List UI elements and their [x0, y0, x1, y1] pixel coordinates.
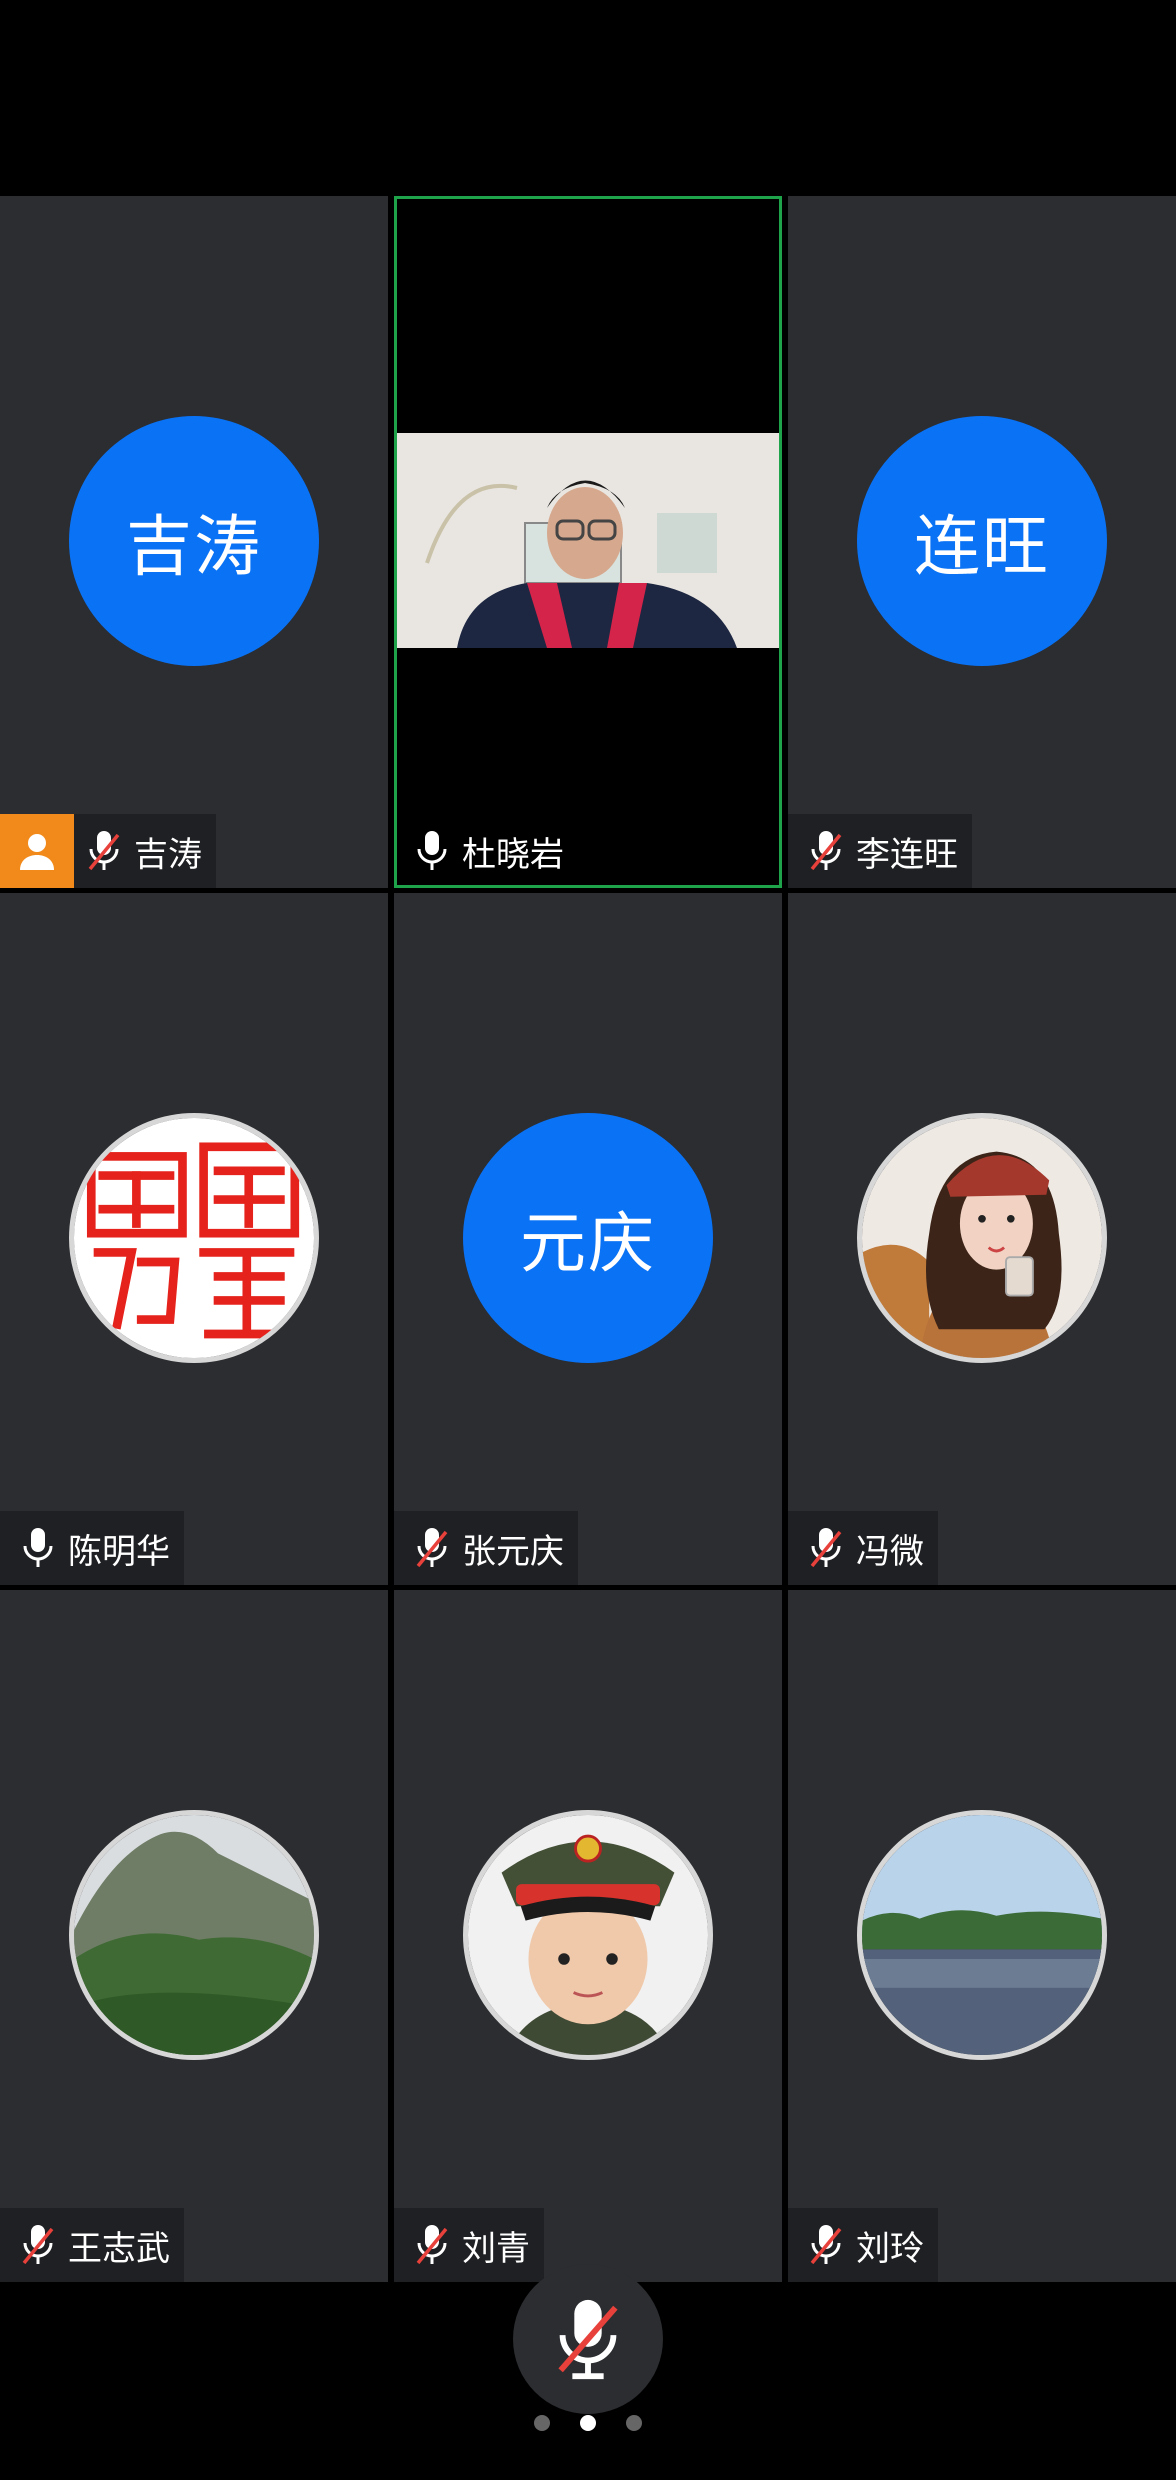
participant-tile[interactable]: 刘青 [394, 1590, 782, 2282]
avatar [463, 1810, 713, 2060]
avatar: 吉涛 [69, 416, 319, 666]
mic-muted-icon [402, 2208, 462, 2282]
name-bar: 吉涛 [0, 814, 216, 888]
video-feed [397, 433, 779, 648]
participant-tile-active-speaker[interactable]: 杜晓岩 [394, 196, 782, 888]
mountain-photo [74, 1815, 314, 2055]
name-bar: 王志武 [0, 2208, 184, 2282]
avatar [69, 1810, 319, 2060]
mic-muted-icon [796, 2208, 856, 2282]
avatar: 连旺 [857, 416, 1107, 666]
mic-muted-icon [558, 2299, 618, 2380]
participant-tile[interactable]: 冯微 [788, 893, 1176, 1585]
avatar [69, 1113, 319, 1363]
mic-muted-icon [402, 1511, 462, 1585]
participant-name: 刘玲 [856, 2228, 924, 2269]
mic-muted-icon [796, 814, 856, 888]
participant-tile[interactable]: 连旺 李连旺 [788, 196, 1176, 888]
girl-photo [862, 1118, 1102, 1358]
name-bar: 陈明华 [0, 1511, 184, 1585]
participant-name: 王志武 [68, 2228, 170, 2269]
name-bar: 张元庆 [394, 1511, 578, 1585]
name-bar: 刘玲 [788, 2208, 938, 2282]
mic-muted-icon [8, 2208, 68, 2282]
boy-cap-photo [468, 1815, 708, 2055]
name-bar: 冯微 [788, 1511, 938, 1585]
participant-tile[interactable]: 刘玲 [788, 1590, 1176, 2282]
video-letterbox-top [397, 199, 779, 433]
participant-name: 杜晓岩 [462, 834, 564, 875]
mic-icon [402, 814, 462, 888]
participant-name: 陈明华 [68, 1531, 170, 1572]
lake-photo [862, 1815, 1102, 2055]
participant-name: 李连旺 [856, 834, 958, 875]
participant-name: 冯微 [856, 1531, 924, 1572]
participant-tile[interactable]: 陈明华 [0, 893, 388, 1585]
page-dot[interactable] [626, 2415, 642, 2431]
mic-muted-icon [74, 814, 134, 888]
participant-name: 刘青 [462, 2228, 530, 2269]
avatar [857, 1810, 1107, 2060]
participant-tile[interactable]: 王志武 [0, 1590, 388, 2282]
mic-icon [8, 1511, 68, 1585]
page-dot[interactable] [534, 2415, 550, 2431]
avatar: 元庆 [463, 1113, 713, 1363]
mic-muted-icon [796, 1511, 856, 1585]
avatar [857, 1113, 1107, 1363]
participant-name: 吉涛 [134, 834, 202, 875]
page-dot-active[interactable] [580, 2415, 596, 2431]
host-icon [0, 814, 74, 888]
name-bar: 杜晓岩 [394, 814, 578, 888]
participant-tile[interactable]: 吉涛 吉涛 [0, 196, 388, 888]
page-indicator[interactable] [534, 2413, 642, 2433]
participant-tile[interactable]: 元庆 张元庆 [394, 893, 782, 1585]
mute-toggle-button[interactable] [513, 2264, 663, 2414]
name-bar: 刘青 [394, 2208, 544, 2282]
participant-name: 张元庆 [462, 1531, 564, 1572]
name-bar: 李连旺 [788, 814, 972, 888]
participant-grid: 吉涛 吉涛 杜晓岩 连旺 李连旺 陈明华 元庆 张元庆 冯微 王志武 刘青 刘玲 [0, 196, 1176, 2282]
seal-image [74, 1118, 314, 1358]
